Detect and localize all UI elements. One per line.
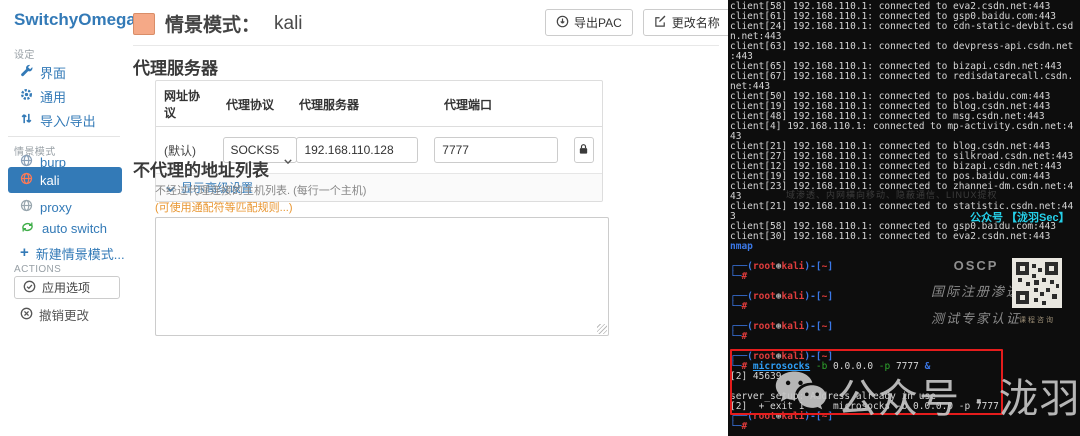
header-divider [133,45,719,46]
sidebar-divider [8,136,120,137]
revert-changes-button[interactable]: 撤销更改 [20,305,89,324]
wrench-icon [20,64,33,80]
check-circle-icon [23,280,36,296]
bypass-list-heading: 不代理的地址列表 [133,156,269,181]
cyan-watermark: 公众号 【泷羽Sec】 [970,209,1070,225]
wildcard-rules-link[interactable]: (可使用通配符等匹配规则...) [155,199,293,215]
x-circle-icon [20,307,33,323]
table-header-row: 网址协议 代理协议 代理服务器 代理端口 [156,81,602,127]
revert-changes-label: 撤销更改 [39,305,89,324]
sidebar-profile-kali[interactable]: kali [8,167,122,193]
sidebar-item-label: 导入/导出 [40,111,96,130]
column-header-scheme: 网址协议 [156,81,218,126]
column-header-port: 代理端口 [436,90,583,118]
sidebar-item-label: 新建情景模式... [36,244,125,263]
terminal-line: client[4] 192.168.110.1: connected to mp… [730,122,1073,132]
wechat-icon [774,370,828,421]
proxy-server-input[interactable] [296,137,418,163]
qr-code-block: 课程咨询 [1012,258,1062,325]
apply-options-label: 应用选项 [42,279,90,296]
column-header-protocol: 代理协议 [218,90,291,118]
sidebar-item-label: 通用 [40,87,66,106]
bypass-hint: 不经过代理连接的主机列表. (每行一个主机) [155,182,366,198]
globe-icon [20,199,33,215]
big-gray-watermark: 公众号 · 泷羽Sec [774,366,1080,424]
terminal-line: client[63] 192.168.110.1: connected to d… [730,42,1073,52]
terminal-line: └─# [730,332,1073,342]
rename-icon [654,15,667,31]
sidebar-item-label: auto switch [42,221,107,236]
terminal-line: client[30] 192.168.110.1: connected to e… [730,232,1073,242]
export-pac-button[interactable]: 导出PAC [545,9,633,36]
sidebar-item-label: proxy [40,200,72,215]
sidebar-settings-label: 设定 [14,46,35,61]
textarea-resize-handle[interactable] [597,324,607,334]
column-header-server: 代理服务器 [291,90,436,118]
rename-label: 更改名称 [672,14,720,31]
page-header: 情景模式： kali [133,10,303,37]
plus-icon: + [20,248,29,258]
app-logo: SwitchyOmega [14,10,136,30]
rename-button[interactable]: 更改名称 [643,9,731,36]
big-watermark-text: 公众号 · 泷羽Sec [837,366,1080,424]
terminal-line: client[67] 192.168.110.1: connected to r… [730,72,1073,82]
switchyomega-options-page: SwitchyOmega 设定 界面 通用 导入/导出 情景模式 burp ka… [0,0,728,436]
terminal-line: nmap [730,242,1073,252]
sidebar-new-profile[interactable]: + 新建情景模式... [20,244,125,262]
sidebar-item-label: 界面 [40,63,66,82]
auto-switch-icon [20,221,35,236]
qr-caption: 课程咨询 [1012,315,1062,325]
auth-lock-button[interactable] [574,137,594,163]
apply-options-button[interactable]: 应用选项 [14,276,120,299]
profile-color-square [133,13,155,35]
globe-icon [20,172,33,188]
sidebar-profile-auto-switch[interactable]: auto switch [20,219,107,237]
faint-background-watermark: 域渗透、内网横向移动、隐蔽通信、LINUX提权 [786,188,998,201]
export-pac-label: 导出PAC [574,14,622,31]
proxy-servers-heading: 代理服务器 [133,54,218,79]
gear-icon [20,88,33,104]
import-export-icon [20,112,33,128]
page-title-profile-name: kali [274,13,303,35]
lock-icon [578,143,589,158]
sidebar-actions-label: ACTIONS [14,264,61,275]
export-icon [556,15,569,31]
sidebar-item-general[interactable]: 通用 [20,87,66,105]
terminal-window[interactable]: client[58] 192.168.110.1: connected to e… [728,0,1080,436]
sidebar-profile-proxy[interactable]: proxy [20,198,72,216]
proxy-port-input[interactable] [434,137,558,163]
sidebar-item-import-export[interactable]: 导入/导出 [20,111,96,129]
page-title: 情景模式： [165,10,260,37]
bypass-list-textarea[interactable] [155,217,609,336]
qr-code [1012,295,1062,312]
sidebar-item-label: kali [40,173,60,188]
sidebar-item-interface[interactable]: 界面 [20,63,66,81]
